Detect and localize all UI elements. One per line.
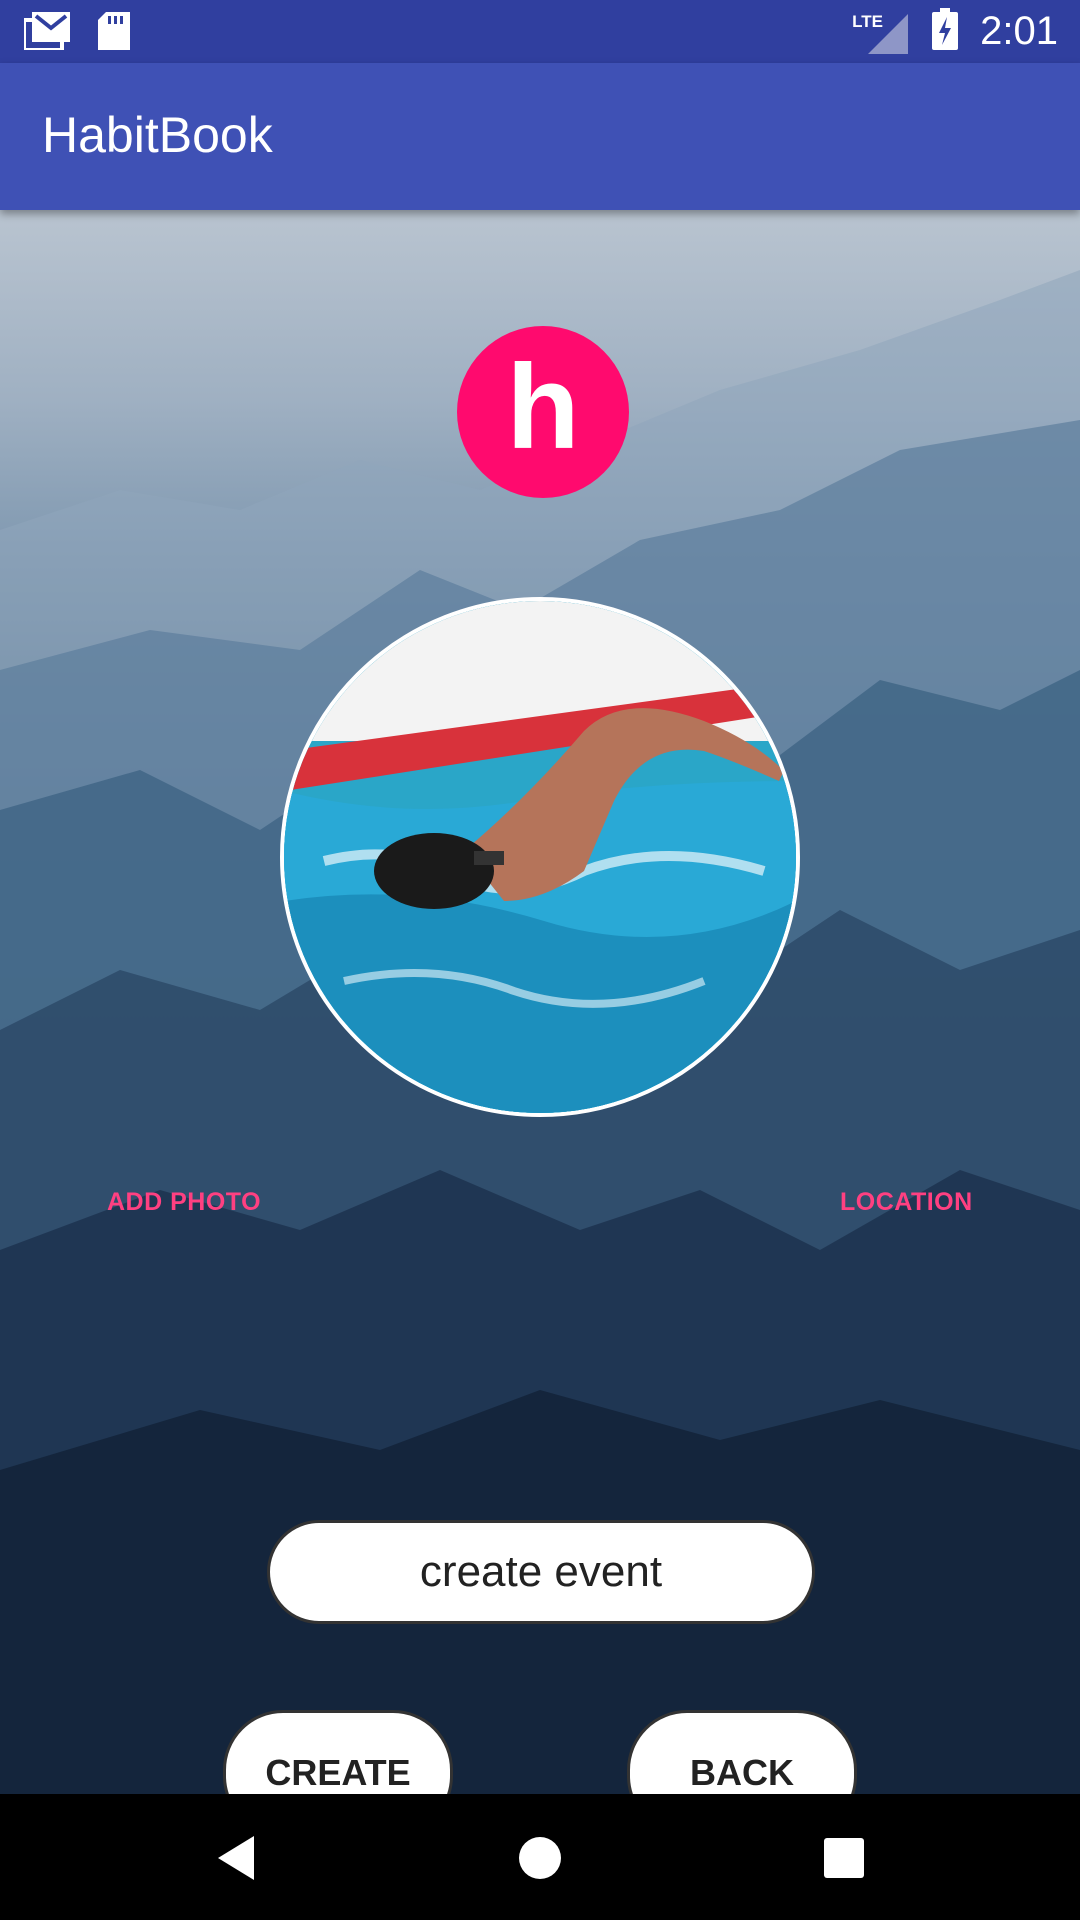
swimmer-photo: [284, 601, 796, 1113]
recents-icon[interactable]: [822, 1834, 866, 1887]
location-button[interactable]: LOCATION: [840, 1188, 973, 1217]
logo-letter: h: [506, 340, 580, 474]
home-icon[interactable]: [518, 1834, 562, 1887]
gmail-icon: [22, 12, 70, 55]
add-photo-button[interactable]: ADD PHOTO: [107, 1188, 261, 1217]
app-bar: HabitBook: [0, 63, 1080, 210]
habit-photo[interactable]: [280, 597, 800, 1117]
navigation-bar: [0, 1794, 1080, 1920]
app-title: HabitBook: [42, 107, 273, 163]
clock: 2:01: [980, 9, 1058, 53]
create-button[interactable]: CREATE: [223, 1710, 453, 1794]
signal-icon: LTE: [852, 8, 910, 54]
back-button[interactable]: BACK: [627, 1710, 857, 1794]
app-logo: h: [457, 326, 629, 498]
back-icon[interactable]: [214, 1834, 258, 1887]
event-name-field[interactable]: create event: [267, 1520, 815, 1624]
battery-charging-icon: [932, 7, 959, 55]
main-content: h ADD PHOTO LOCATION create event CREATE…: [0, 210, 1080, 1794]
status-bar: LTE 2:01: [0, 0, 1080, 63]
sd-card-icon: [98, 12, 130, 55]
